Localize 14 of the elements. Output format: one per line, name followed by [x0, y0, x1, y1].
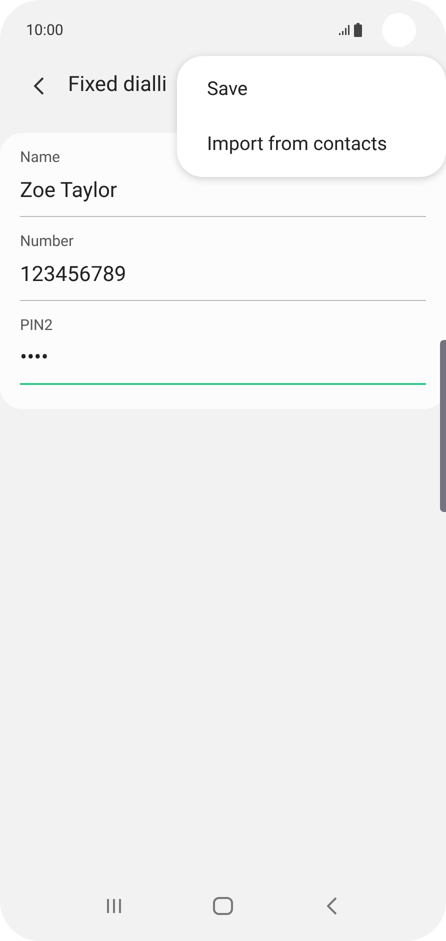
- battery-icon: [354, 23, 362, 37]
- field-label: PIN2: [20, 315, 54, 335]
- menu-item[interactable]: Save: [177, 62, 446, 116]
- page-title: Fixed dialli: [68, 72, 167, 100]
- input-field[interactable]: ••••: [20, 335, 426, 385]
- field-label: Number: [20, 231, 75, 251]
- signal-icon: [339, 25, 350, 35]
- back-icon: [326, 897, 337, 915]
- input-field[interactable]: 123456789: [20, 251, 426, 301]
- field-label: Name: [20, 147, 61, 167]
- recent-apps-icon: [106, 898, 122, 914]
- back-icon: [34, 77, 44, 95]
- home-icon: [212, 897, 233, 915]
- status-time: 10:00: [26, 20, 64, 41]
